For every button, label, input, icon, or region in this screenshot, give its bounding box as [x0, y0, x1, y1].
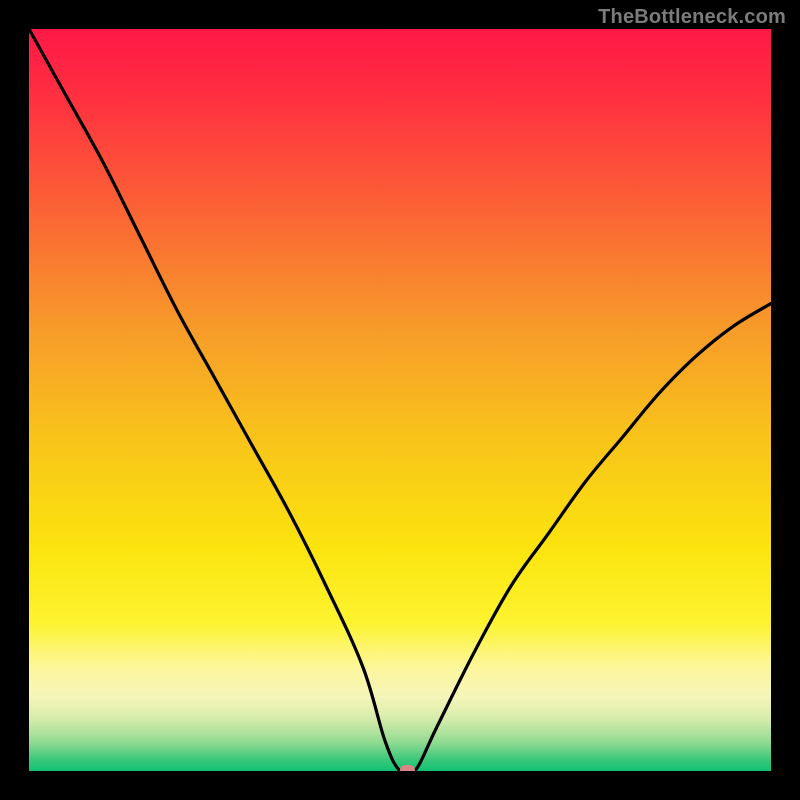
plot-area [29, 29, 771, 771]
marker-dot [400, 765, 415, 771]
chart-frame: TheBottleneck.com [0, 0, 800, 800]
watermark-label: TheBottleneck.com [598, 6, 786, 29]
gradient-background [29, 29, 771, 771]
plot-svg [29, 29, 771, 771]
